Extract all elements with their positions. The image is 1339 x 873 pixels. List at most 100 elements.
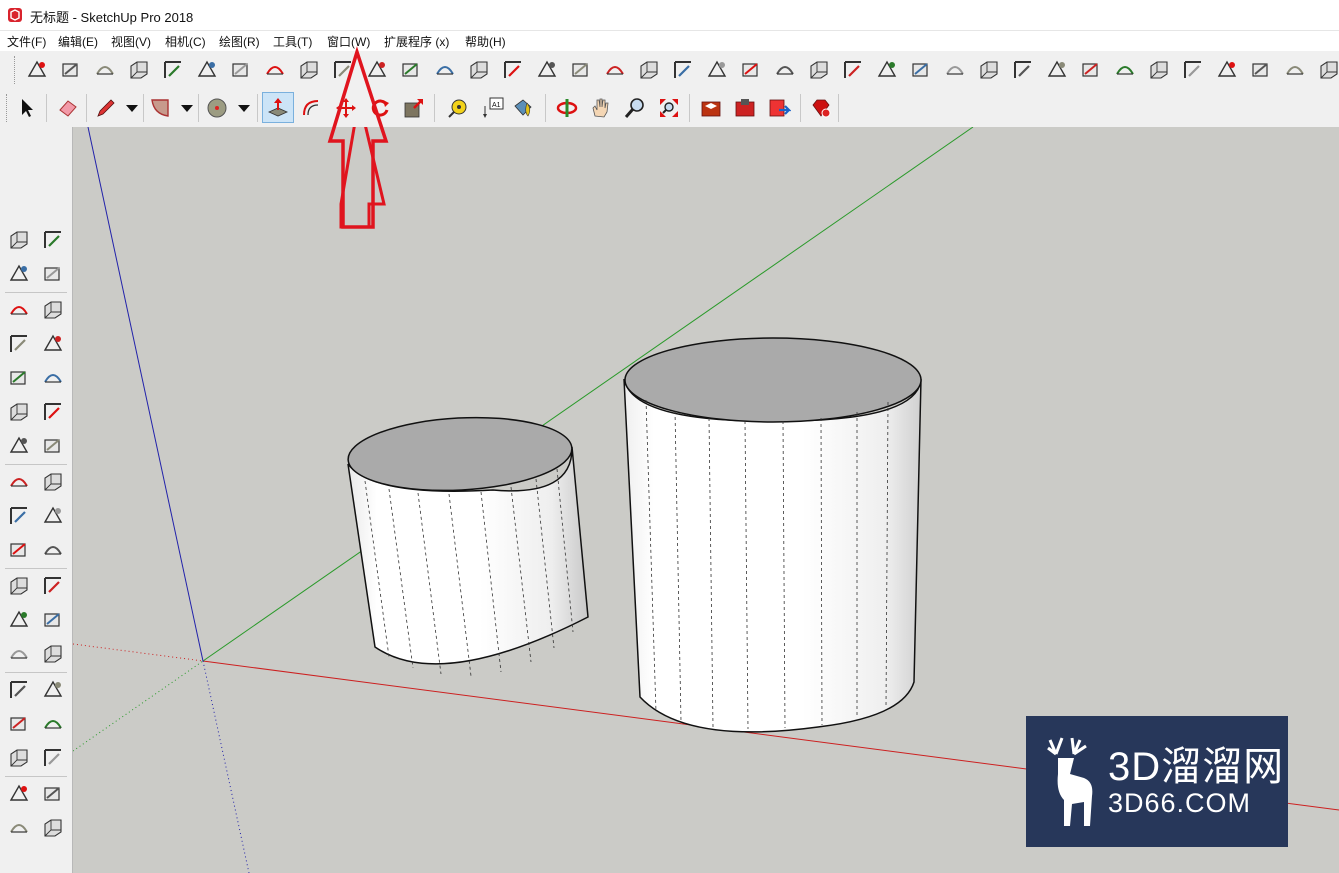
- columns-icon[interactable]: [841, 58, 865, 82]
- menu-edit[interactable]: 编辑(E): [58, 33, 98, 50]
- menu-draw[interactable]: 绘图(R): [219, 33, 260, 50]
- pencil-icon[interactable]: [7, 298, 31, 322]
- pin-icon[interactable]: [1079, 58, 1103, 82]
- chevron-down-icon[interactable]: [175, 96, 199, 120]
- menu-file[interactable]: 文件(F): [7, 33, 46, 50]
- ladder-icon[interactable]: [1215, 58, 1239, 82]
- from-contours-icon[interactable]: [365, 58, 389, 82]
- offset-icon[interactable]: [299, 96, 323, 120]
- section-plane-icon[interactable]: [41, 816, 65, 840]
- small-cylinder[interactable]: [346, 412, 589, 677]
- orbit-icon[interactable]: [7, 678, 31, 702]
- line-cross-icon[interactable]: [263, 58, 287, 82]
- polygon-icon[interactable]: [297, 58, 321, 82]
- rotate-icon[interactable]: [7, 504, 31, 528]
- scale-icon[interactable]: [402, 96, 426, 120]
- menu-camera[interactable]: 相机(C): [165, 33, 206, 50]
- ruby-console-icon[interactable]: [809, 96, 833, 120]
- chevron-down-icon[interactable]: [232, 96, 256, 120]
- previous-view-icon[interactable]: [41, 746, 65, 770]
- download-arrow-icon[interactable]: [1113, 58, 1137, 82]
- select-icon[interactable]: [7, 228, 31, 252]
- arc-icon[interactable]: [7, 400, 31, 424]
- pie-icon[interactable]: [7, 434, 31, 458]
- smoove-icon[interactable]: [433, 58, 457, 82]
- tape-measure-icon[interactable]: [7, 574, 31, 598]
- two-point-arc-icon[interactable]: [41, 434, 65, 458]
- add-detail-icon[interactable]: [535, 58, 559, 82]
- walk-icon[interactable]: [7, 816, 31, 840]
- polygon-icon[interactable]: [41, 366, 65, 390]
- bridge-icon[interactable]: [1181, 58, 1205, 82]
- axes-icon[interactable]: [7, 642, 31, 666]
- circle-icon[interactable]: [7, 366, 31, 390]
- zoom-extents-icon[interactable]: [7, 746, 31, 770]
- component-icon[interactable]: [41, 228, 65, 252]
- eraser-icon[interactable]: [56, 96, 80, 120]
- text-label-icon[interactable]: A1: [481, 96, 505, 120]
- scale-icon[interactable]: [7, 538, 31, 562]
- panel-icon[interactable]: [1249, 58, 1273, 82]
- toolbar-grip[interactable]: [6, 94, 10, 122]
- offset-icon[interactable]: [41, 538, 65, 562]
- balusters-icon[interactable]: [875, 58, 899, 82]
- prism-icon[interactable]: [773, 58, 797, 82]
- book-icon[interactable]: [1317, 58, 1339, 82]
- zoom-window-icon[interactable]: [41, 712, 65, 736]
- zoom-icon[interactable]: [623, 96, 647, 120]
- grid-icon[interactable]: [909, 58, 933, 82]
- pan-icon[interactable]: [41, 678, 65, 702]
- menu-extensions[interactable]: 扩展程序 (x): [384, 33, 449, 50]
- menu-tools[interactable]: 工具(T): [273, 33, 312, 50]
- 3d-text-icon[interactable]: [41, 642, 65, 666]
- rectangle-icon[interactable]: [7, 332, 31, 356]
- offset-corner-icon[interactable]: [637, 58, 661, 82]
- fold-icon[interactable]: [331, 58, 355, 82]
- music-icon[interactable]: [1283, 58, 1307, 82]
- paint-bucket-icon[interactable]: [511, 96, 535, 120]
- menu-view[interactable]: 视图(V): [111, 33, 151, 50]
- chevron-down-icon[interactable]: [120, 96, 144, 120]
- orbit-icon[interactable]: [555, 96, 579, 120]
- move-icon[interactable]: [7, 470, 31, 494]
- move-icon[interactable]: [334, 96, 358, 120]
- sandbox-stamp-icon[interactable]: [161, 58, 185, 82]
- stairs-icon[interactable]: [943, 58, 967, 82]
- polyline-icon[interactable]: [127, 58, 151, 82]
- flip-edge-icon[interactable]: [501, 58, 525, 82]
- dimension-icon[interactable]: [41, 574, 65, 598]
- tape-measure-icon[interactable]: [446, 96, 470, 120]
- wall-icon[interactable]: [977, 58, 1001, 82]
- menu-help[interactable]: 帮助(H): [465, 33, 506, 50]
- drape-icon[interactable]: [467, 58, 491, 82]
- arc-icon[interactable]: [148, 96, 172, 120]
- warehouse-icon[interactable]: [699, 96, 723, 120]
- line-add-icon[interactable]: [671, 58, 695, 82]
- select-icon[interactable]: [15, 96, 39, 120]
- position-camera-icon[interactable]: [7, 782, 31, 806]
- look-around-icon[interactable]: [41, 782, 65, 806]
- corner-icon[interactable]: [603, 58, 627, 82]
- text-label-icon[interactable]: [41, 608, 65, 632]
- arc-add-icon[interactable]: [93, 58, 117, 82]
- freehand-icon[interactable]: [41, 298, 65, 322]
- section-plane-icon[interactable]: [59, 58, 83, 82]
- circle-icon[interactable]: [205, 96, 229, 120]
- zoom-extents-icon[interactable]: [657, 96, 681, 120]
- ramp-icon[interactable]: [705, 58, 729, 82]
- fence-icon[interactable]: [739, 58, 763, 82]
- large-cylinder[interactable]: [623, 337, 922, 733]
- rotate-icon[interactable]: [368, 96, 392, 120]
- rotated-rectangle-icon[interactable]: [41, 332, 65, 356]
- follow-me-icon[interactable]: [41, 504, 65, 528]
- menu-window[interactable]: 窗口(W): [327, 33, 370, 50]
- layers-stack-icon[interactable]: [229, 58, 253, 82]
- arrow-cut-icon[interactable]: [1147, 58, 1171, 82]
- protractor-icon[interactable]: [7, 608, 31, 632]
- push-pull-icon[interactable]: [41, 470, 65, 494]
- bend-icon[interactable]: [399, 58, 423, 82]
- follow-me-icon[interactable]: [569, 58, 593, 82]
- three-point-arc-icon[interactable]: [41, 400, 65, 424]
- toolbar-grip[interactable]: [14, 56, 18, 84]
- paint-bucket-icon[interactable]: [7, 262, 31, 286]
